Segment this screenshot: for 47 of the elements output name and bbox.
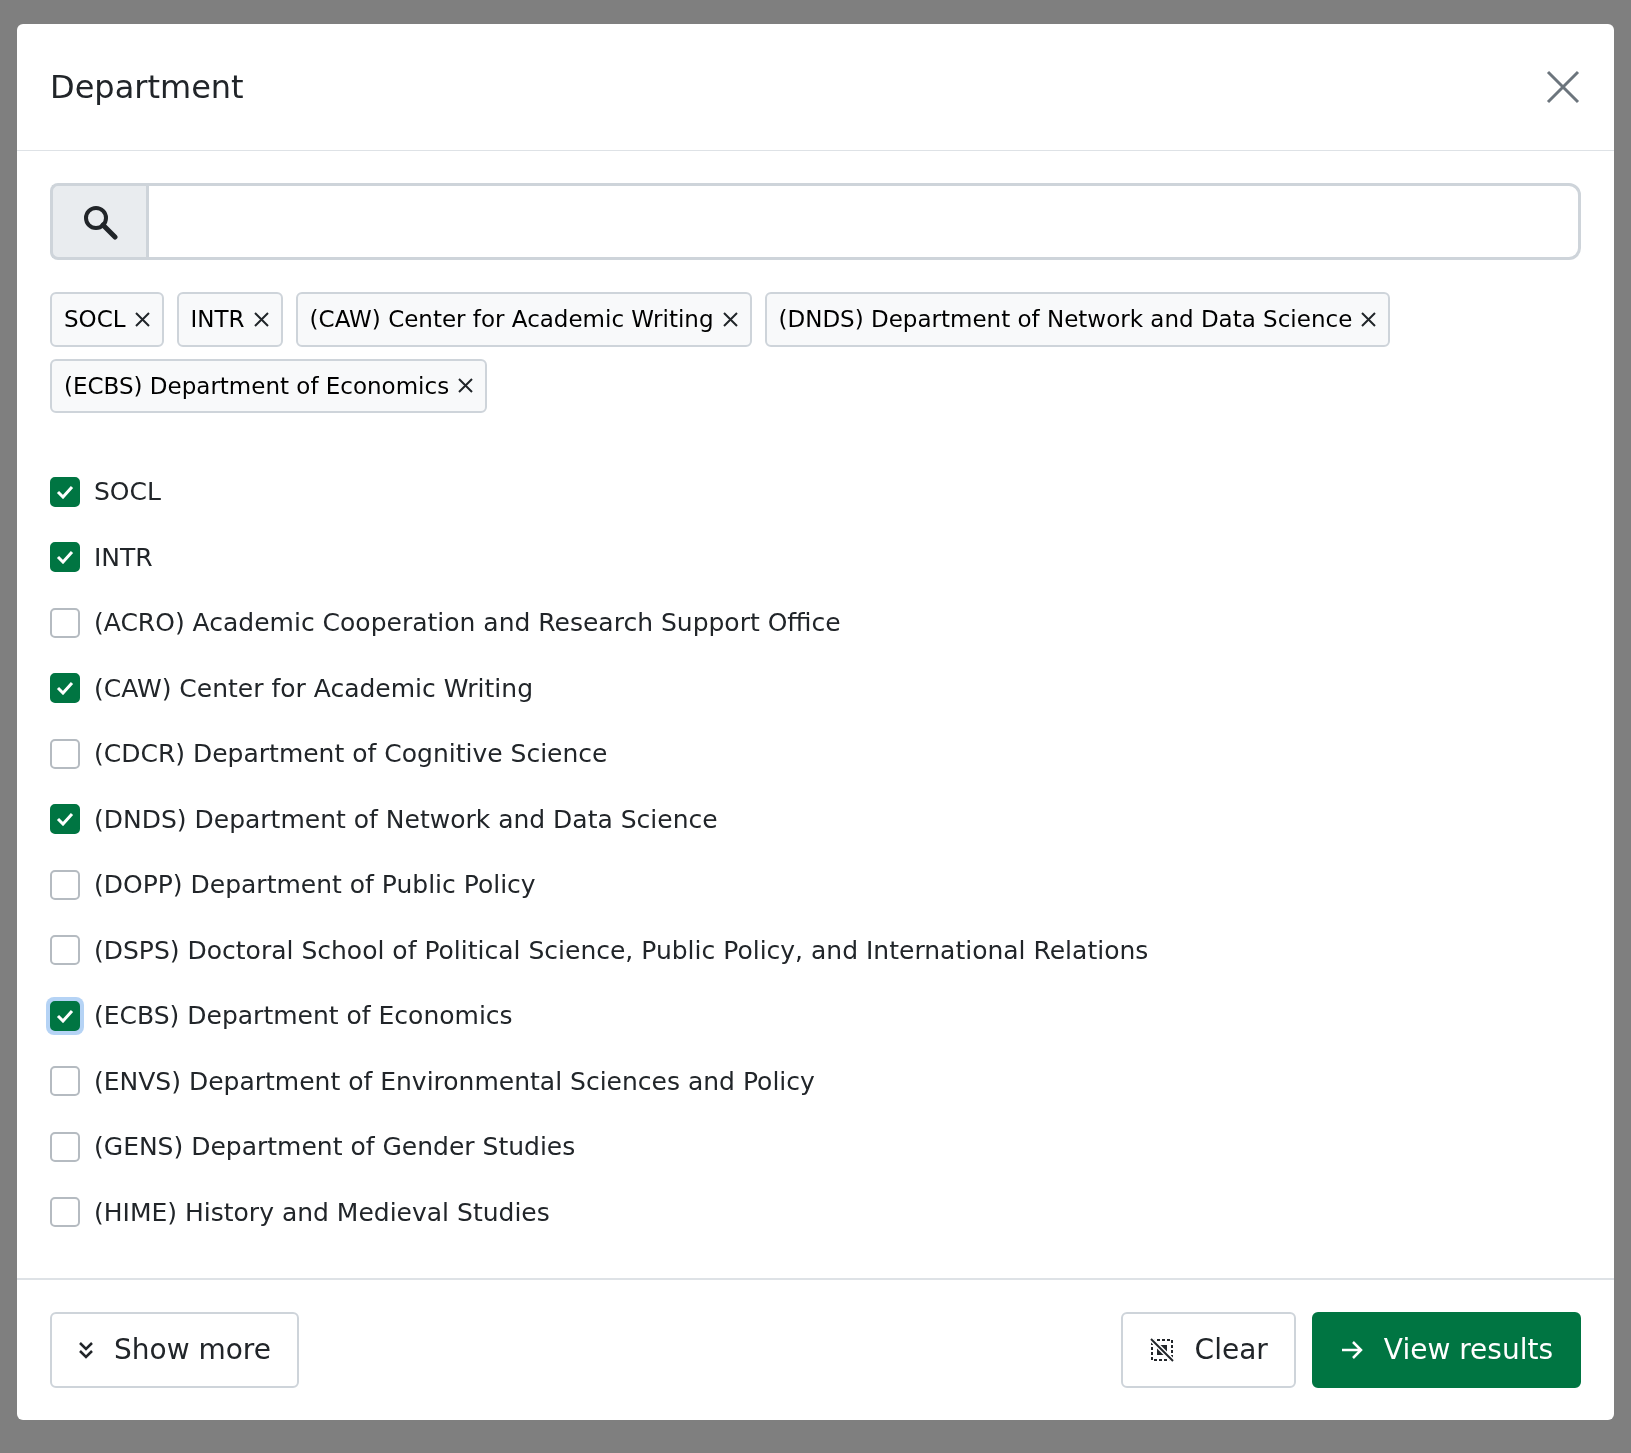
checkbox[interactable] xyxy=(50,542,80,573)
checkbox[interactable] xyxy=(50,869,80,900)
search-field[interactable] xyxy=(146,183,1581,260)
search-icon xyxy=(81,203,118,240)
arrow-right-icon xyxy=(1339,1340,1364,1360)
department-option[interactable]: (DSPS) Doctoral School of Political Science, Public Policy, and International Relations xyxy=(50,917,1581,983)
department-option[interactable]: (DOPP) Department of Public Policy xyxy=(50,852,1581,918)
filter-chip[interactable]: (ECBS) Department of Economics xyxy=(50,358,488,413)
remove-icon xyxy=(1361,311,1377,327)
department-option[interactable]: (CAW) Center for Academic Writing xyxy=(50,655,1581,721)
checkbox[interactable] xyxy=(50,607,80,638)
department-option[interactable]: (ENVS) Department of Environmental Sciences and Policy xyxy=(50,1048,1581,1114)
checkmark-icon xyxy=(56,812,74,827)
department-option[interactable]: SOCL xyxy=(50,459,1581,525)
remove-icon xyxy=(253,311,269,327)
remove-icon xyxy=(134,311,150,327)
checkmark-icon xyxy=(56,1008,74,1023)
department-option[interactable]: (HIME) History and Medieval Studies xyxy=(50,1179,1581,1245)
checkmark-icon xyxy=(56,484,74,499)
view-results-button[interactable]: View results xyxy=(1311,1312,1581,1388)
dialog-title: Department xyxy=(50,67,244,107)
filter-chip[interactable]: SOCL xyxy=(50,292,164,347)
remove-icon xyxy=(722,311,738,327)
checkbox[interactable] xyxy=(50,1066,80,1097)
checkbox[interactable] xyxy=(50,673,80,704)
double-chevron-down-icon xyxy=(78,1341,94,1359)
checkbox[interactable] xyxy=(50,738,80,769)
checkmark-icon xyxy=(56,681,74,696)
department-option[interactable]: (ACRO) Academic Cooperation and Research Support Office xyxy=(50,590,1581,656)
department-option[interactable]: INTR xyxy=(50,524,1581,590)
remove-icon xyxy=(458,378,474,394)
filter-chip[interactable]: INTR xyxy=(176,292,283,347)
checkbox[interactable] xyxy=(50,1197,80,1228)
department-option[interactable]: (DNDS) Department of Network and Data Science xyxy=(50,786,1581,852)
show-more-button[interactable]: Show more xyxy=(50,1312,299,1388)
checkbox[interactable] xyxy=(50,804,80,835)
checkbox[interactable] xyxy=(50,1131,80,1162)
clear-button[interactable]: Clear xyxy=(1120,1312,1296,1388)
checkmark-icon xyxy=(56,550,74,565)
department-option[interactable]: (CDCR) Department of Cognitive Science xyxy=(50,721,1581,787)
filter-chip[interactable]: (DNDS) Department of Network and Data Science xyxy=(764,292,1391,347)
clear-filter-icon xyxy=(1148,1337,1175,1363)
filter-chip[interactable]: (CAW) Center for Academic Writing xyxy=(295,292,752,347)
checkbox[interactable] xyxy=(50,476,80,507)
department-option[interactable]: (GENS) Department of Gender Studies xyxy=(50,1114,1581,1180)
checkbox[interactable] xyxy=(50,935,80,966)
department-option[interactable]: (ECBS) Department of Economics xyxy=(50,983,1581,1049)
